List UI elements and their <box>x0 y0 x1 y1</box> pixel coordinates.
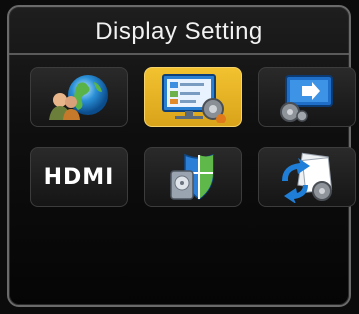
display-settings-icon <box>157 71 229 123</box>
page-title: Display Setting <box>95 18 263 45</box>
globe-users-icon <box>44 72 114 122</box>
tile-display-settings[interactable] <box>144 67 242 127</box>
hdmi-icon: HDMI <box>43 164 115 190</box>
video-output-icon <box>272 72 342 122</box>
tile-hdmi[interactable]: HDMI <box>30 147 128 207</box>
tile-language-region[interactable] <box>30 67 128 127</box>
title-divider <box>9 53 349 55</box>
display-setting-panel: Display Setting HDMI <box>7 5 356 307</box>
shield-disk-icon <box>163 151 223 203</box>
tile-security-storage[interactable] <box>144 147 242 207</box>
tile-video-output[interactable] <box>258 67 356 127</box>
tile-update-reset[interactable] <box>258 147 356 207</box>
refresh-gears-icon <box>274 151 340 203</box>
